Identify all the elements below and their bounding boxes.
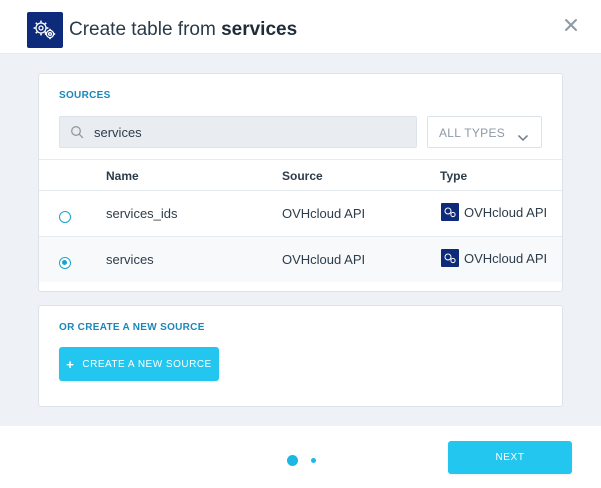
search-icon	[70, 125, 84, 139]
sources-table-header: Name Source Type	[39, 159, 562, 191]
types-filter-select[interactable]: ALL TYPES	[427, 116, 542, 148]
column-header-name: Name	[106, 169, 139, 183]
close-icon	[565, 19, 577, 31]
sources-label: SOURCES	[59, 90, 111, 101]
create-new-source-button[interactable]: + CREATE A NEW SOURCE	[59, 347, 219, 381]
gears-icon	[441, 203, 459, 221]
row-type-label: OVHcloud API	[464, 250, 548, 266]
search-input[interactable]	[94, 117, 404, 147]
column-header-source: Source	[282, 169, 323, 183]
next-button[interactable]: NEXT	[448, 441, 572, 474]
column-header-type: Type	[440, 169, 468, 183]
close-button[interactable]	[561, 15, 581, 35]
row-source: OVHcloud API	[282, 252, 366, 267]
step-indicator-active[interactable]	[287, 455, 298, 466]
row-name: services	[106, 252, 154, 267]
row-source: OVHcloud API	[282, 206, 366, 221]
create-new-source-label: CREATE A NEW SOURCE	[82, 358, 212, 370]
plus-icon: +	[66, 356, 75, 372]
row-radio[interactable]	[59, 211, 71, 223]
title-prefix: Create table from	[69, 19, 222, 40]
new-source-label: OR CREATE A NEW SOURCE	[59, 322, 205, 333]
row-type: OVHcloud API	[441, 203, 547, 221]
table-row[interactable]: services OVHcloud API OVHcloud API	[39, 237, 562, 282]
title-table-name: services	[221, 19, 298, 40]
row-type-label: OVHcloud API	[464, 204, 548, 220]
gears-icon	[441, 249, 459, 267]
dialog-header: Create table from services	[0, 0, 601, 54]
next-button-label: NEXT	[495, 452, 525, 463]
row-name: services_ids	[106, 206, 178, 221]
row-type: OVHcloud API	[441, 249, 547, 267]
create-table-dialog: Create table from services SOURCES ALL T…	[0, 0, 601, 488]
step-indicator[interactable]	[311, 458, 316, 463]
table-row[interactable]: services_ids OVHcloud API OVHcloud API	[39, 191, 562, 237]
row-radio-selected[interactable]	[59, 257, 71, 269]
gears-icon	[27, 12, 63, 48]
dialog-title: Create table from services	[69, 19, 297, 41]
search-box[interactable]	[59, 116, 417, 148]
chevron-down-icon	[517, 129, 529, 142]
types-filter-value: ALL TYPES	[439, 126, 506, 140]
